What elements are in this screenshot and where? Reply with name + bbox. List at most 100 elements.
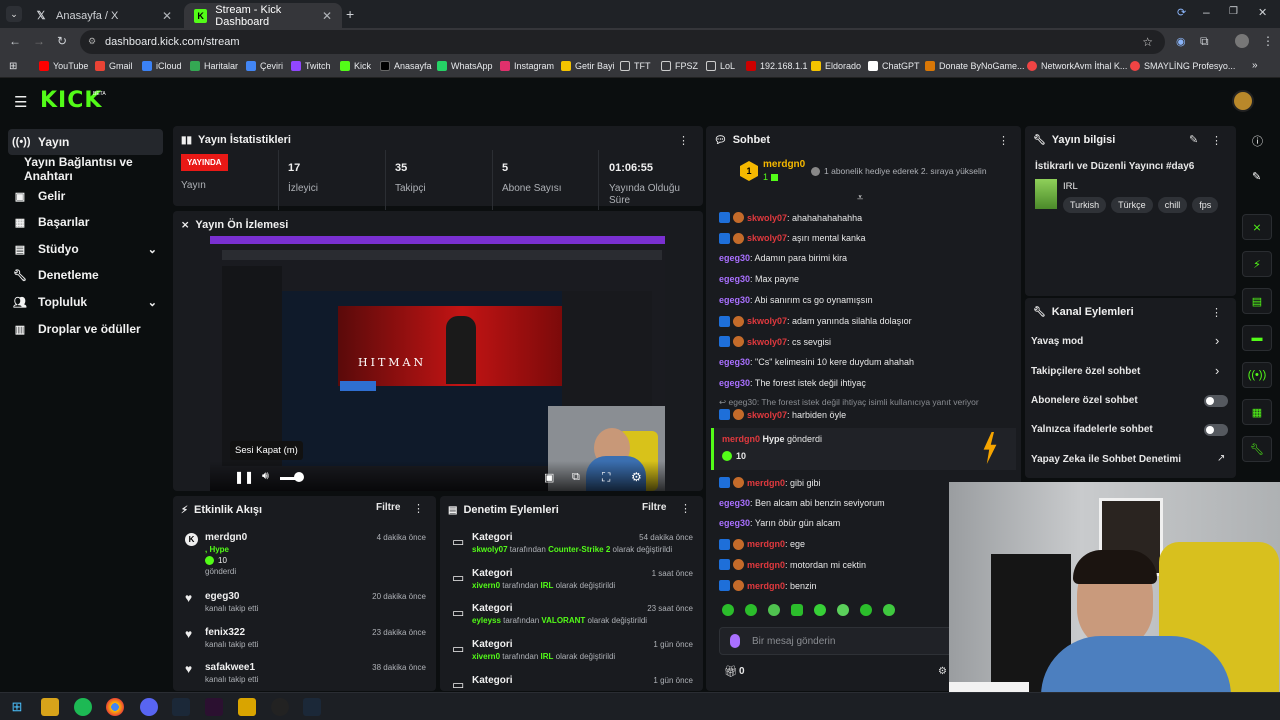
filter-button[interactable]: Filtre — [376, 502, 400, 513]
bookmark-folder[interactable]: FPSZ — [661, 61, 698, 71]
sidebar-item-topluluk[interactable]: 👥︎ Topluluk ⌄ — [8, 289, 163, 315]
site-info-icon[interactable]: ⚙ — [88, 36, 96, 47]
chat-username[interactable]: skwoly07 — [747, 316, 787, 326]
chat-message[interactable]: merdgn0: ege — [719, 538, 805, 550]
chat-message[interactable]: egeg30: Adamın para birimi kira — [719, 253, 847, 263]
bookmark[interactable]: YouTube — [39, 61, 88, 71]
rail-stats-button[interactable]: ▦ — [1242, 399, 1272, 425]
bookmark[interactable]: Kick — [340, 61, 371, 71]
chat-message[interactable]: skwoly07: aşırı mental kanka — [719, 232, 866, 244]
settings-gear-icon[interactable]: ⚙ — [631, 470, 642, 484]
chat-username[interactable]: egeg30 — [719, 498, 750, 508]
emote-icon[interactable] — [814, 604, 826, 616]
url-bar[interactable]: ⚙ dashboard.kick.com/stream ☆ — [80, 30, 1165, 54]
chat-username[interactable]: egeg30 — [719, 518, 750, 528]
bookmark[interactable]: WhatsApp — [437, 61, 493, 71]
chat-message[interactable]: egeg30: Yarın öbür gün alcam — [719, 518, 840, 528]
rail-chat-button[interactable]: ▬ — [1242, 325, 1272, 351]
steam-icon[interactable] — [172, 698, 190, 716]
channel-points-icon[interactable]: 🎁︎ — [724, 665, 738, 678]
chat-message[interactable]: skwoly07: ahahahahahahha — [719, 212, 862, 223]
chat-username[interactable]: egeg30 — [719, 378, 750, 388]
close-icon[interactable]: ✕ — [162, 9, 172, 23]
menu-dots-icon[interactable]: ⋮ — [680, 502, 691, 515]
slow-mode-label[interactable]: Yavaş mod — [1031, 336, 1083, 347]
rail-broadcast-button[interactable]: ((•)) — [1242, 362, 1272, 388]
obs-icon[interactable] — [271, 698, 289, 716]
volume-slider-handle[interactable] — [294, 472, 304, 482]
edit-pencil-icon[interactable]: ✎ — [1252, 170, 1261, 183]
emote-icon[interactable] — [837, 604, 849, 616]
forward-icon[interactable]: → — [33, 34, 45, 48]
chat-username[interactable]: egeg30 — [719, 253, 750, 263]
reload-icon[interactable]: ↻ — [57, 34, 67, 48]
chevron-right-icon[interactable]: › — [1215, 333, 1219, 348]
bookmark-star-icon[interactable]: ☆ — [1142, 35, 1153, 49]
tab-kick-dashboard[interactable]: K Stream - Kick Dashboard ✕ — [184, 3, 342, 28]
chat-message[interactable]: egeg30: "Cs" kelimesini 10 kere duydum a… — [719, 357, 914, 367]
tag-chip[interactable]: fps — [1192, 197, 1219, 213]
chat-username[interactable]: merdgn0 — [747, 539, 785, 549]
minimize-button[interactable]: – — [1203, 5, 1210, 19]
app-icon[interactable] — [205, 698, 223, 716]
restore-button[interactable]: ❐ — [1229, 6, 1238, 17]
bookmark[interactable]: Instagram — [500, 61, 554, 71]
bookmark[interactable]: Eldorado — [811, 61, 861, 71]
menu-dots-icon[interactable]: ⋮ — [1262, 34, 1274, 48]
menu-dots-icon[interactable]: ⋮ — [1211, 306, 1222, 319]
tag-chip[interactable]: Turkish — [1063, 197, 1107, 213]
emote-icon[interactable] — [722, 604, 734, 616]
profile-avatar[interactable] — [1235, 34, 1249, 48]
sidebar-item-basarilar[interactable]: ▦ Başarılar — [8, 209, 163, 235]
filter-button[interactable]: Filtre — [642, 502, 666, 513]
menu-dots-icon[interactable]: ⋮ — [413, 502, 424, 515]
chat-message[interactable]: egeg30: Abi sanırım cs go oynamışsın — [719, 295, 873, 305]
edit-pencil-icon[interactable]: ✎ — [1189, 133, 1198, 146]
chat-username[interactable]: merdgn0 — [747, 581, 785, 591]
chat-message[interactable]: merdgn0: gibi gibi — [719, 477, 821, 488]
followers-only-label[interactable]: Takipçilere özel sohbet — [1031, 366, 1140, 377]
chat-username[interactable]: egeg30 — [719, 295, 750, 305]
chrome-icon[interactable] — [106, 698, 124, 716]
theater-icon[interactable]: ⧉ — [572, 471, 580, 484]
chat-settings-gear-icon[interactable]: ⚙ — [938, 666, 947, 677]
bookmark[interactable]: iCloud — [142, 61, 182, 71]
bookmark-folder[interactable]: TFT — [620, 61, 651, 71]
chat-username[interactable]: egeg30 — [719, 274, 750, 284]
file-explorer-icon[interactable] — [41, 698, 59, 716]
chat-message[interactable]: egeg30: Ben alcam abi benzin seviyorum — [719, 498, 885, 508]
emote-icon[interactable] — [883, 604, 895, 616]
more-bookmarks-icon[interactable]: » — [1252, 60, 1258, 71]
extension-icon[interactable]: ⟳ — [1177, 6, 1186, 19]
emotes-only-toggle[interactable] — [1204, 424, 1228, 436]
bookmark[interactable]: Twitch — [291, 61, 331, 71]
close-icon[interactable]: ✕ — [322, 9, 332, 23]
app-icon[interactable] — [238, 698, 256, 716]
emote-icon[interactable] — [745, 604, 757, 616]
sidebar-item-studyo[interactable]: ▤ Stüdyo ⌄ — [8, 236, 163, 262]
new-tab-button[interactable]: + — [346, 6, 354, 22]
bookmark[interactable]: SMAYLİNG Profesyo... — [1130, 61, 1235, 71]
windows-start-icon[interactable]: ⊞ — [8, 698, 26, 716]
emote-icon[interactable] — [860, 604, 872, 616]
chat-message[interactable]: skwoly07: cs sevgisi — [719, 336, 831, 348]
chat-username[interactable]: skwoly07 — [747, 213, 787, 223]
bookmark-folder[interactable]: LoL — [706, 61, 735, 71]
bookmark[interactable]: Donate ByNoGame... — [925, 61, 1025, 71]
volume-icon[interactable]: 🔊︎ — [262, 470, 269, 483]
chat-username[interactable]: egeg30 — [719, 357, 750, 367]
chat-message[interactable]: skwoly07: adam yanında silahla dolaşıor — [719, 315, 912, 327]
microphone-icon[interactable] — [730, 634, 740, 648]
bookmark[interactable]: Getir Bayi — [561, 61, 615, 71]
chat-username[interactable]: skwoly07 — [747, 233, 787, 243]
bookmark[interactable]: Anasayfa — [380, 61, 432, 71]
rail-activity-button[interactable]: ⚡︎ — [1242, 251, 1272, 277]
rail-moderation-button[interactable]: ▤ — [1242, 288, 1272, 314]
rail-preview-button[interactable]: ⨯ — [1242, 214, 1272, 240]
fullscreen-icon[interactable]: ⛶ — [602, 470, 610, 485]
bookmark[interactable]: 192.168.1.1 — [746, 61, 808, 71]
tag-chip[interactable]: Türkçe — [1111, 197, 1153, 213]
sidebar-item-denetleme[interactable]: 🔧︎ Denetleme — [8, 262, 163, 288]
expand-pinned-icon[interactable]: ⩡ — [857, 192, 863, 205]
chat-message[interactable]: egeg30: The forest istek değil ihtiyaç — [719, 378, 866, 388]
